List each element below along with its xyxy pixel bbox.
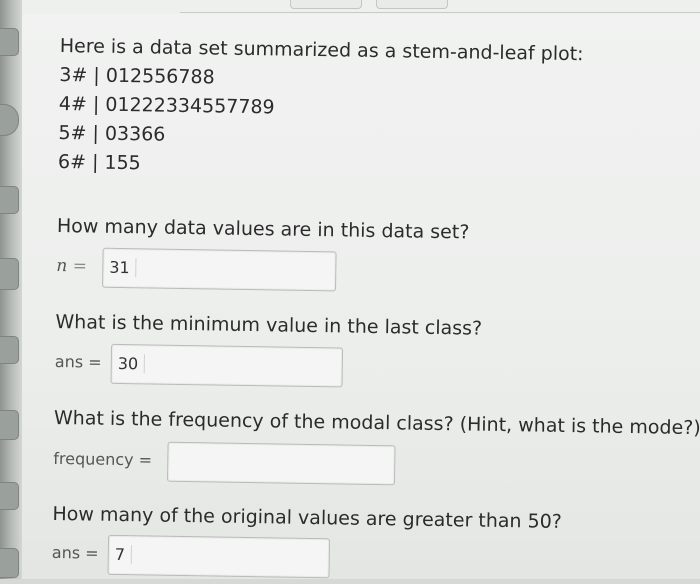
answer-input-n[interactable]: 31 xyxy=(102,248,337,292)
side-toolbar-icon xyxy=(0,258,19,290)
equals-sign: = xyxy=(73,256,88,276)
stem-leaf-row: 4# | 01222334557789 xyxy=(59,92,275,119)
ans-label: ans = xyxy=(52,543,99,563)
answer-input-min[interactable]: 30 xyxy=(111,344,344,388)
stem-leaf-row: 5# | 03366 xyxy=(58,121,165,147)
side-toolbar-icon xyxy=(0,28,19,56)
top-tab xyxy=(376,0,448,9)
top-tab xyxy=(290,0,362,9)
ans-label: ans = xyxy=(55,352,102,372)
side-toolbar-icon xyxy=(0,410,19,440)
side-toolbar-icon xyxy=(0,186,19,214)
answer-input-frequency[interactable] xyxy=(167,442,396,486)
answer-value: 31 xyxy=(109,258,137,277)
screen-left-edge xyxy=(0,0,22,579)
n-symbol: n xyxy=(56,256,67,276)
answer-value: 7 xyxy=(115,545,132,564)
side-toolbar-icon xyxy=(0,482,19,510)
stem-leaf-row: 3# | 012556788 xyxy=(59,63,215,89)
n-label: n = xyxy=(56,256,87,276)
side-toolbar-icon xyxy=(0,548,19,578)
answer-value: 30 xyxy=(118,354,146,373)
frequency-label: frequency = xyxy=(53,449,152,470)
answer-input-greater[interactable]: 7 xyxy=(108,535,331,578)
top-tab-strip xyxy=(180,0,700,13)
photo-background: Here is a data set summarized as a stem-… xyxy=(0,0,700,579)
side-toolbar-icon xyxy=(0,104,19,136)
side-toolbar-icon xyxy=(0,336,19,364)
stem-leaf-row: 6# | 155 xyxy=(58,150,141,175)
